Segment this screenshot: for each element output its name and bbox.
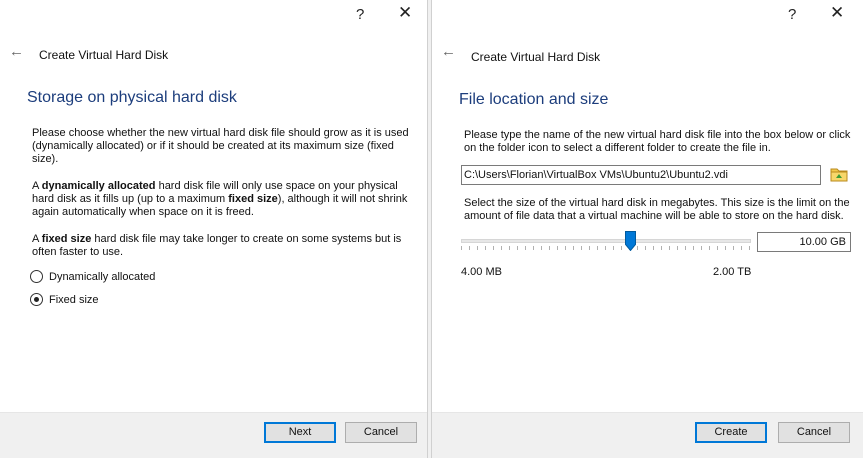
cancel-button[interactable]: Cancel [778,422,850,443]
max-size-label: 2.00 TB [713,266,752,278]
dynamic-explanation-paragraph: A dynamically allocated hard disk file w… [32,180,408,218]
page-title: Storage on physical hard disk [27,89,237,106]
title-bar: ? ✕ [432,0,863,32]
folder-icon[interactable] [830,166,848,182]
radio-button[interactable] [30,270,43,283]
size-slider-track[interactable] [461,239,751,243]
button-bar: Create Cancel [432,412,863,458]
dialog-title: Create Virtual Hard Disk [471,50,601,64]
slider-ticks [461,246,751,250]
back-arrow-icon[interactable]: ← [441,43,456,60]
description-paragraph: Please choose whether the new virtual ha… [32,127,409,165]
radio-dynamically-allocated[interactable]: Dynamically allocated [30,270,155,283]
size-input[interactable]: 10.00 GB [757,232,851,252]
radio-label: Dynamically allocated [49,270,156,283]
next-button[interactable]: Next [264,422,336,443]
description-paragraph: Please type the name of the new virtual … [464,129,851,154]
fixed-explanation-paragraph: A fixed size hard disk file may take lon… [32,233,402,258]
size-description-paragraph: Select the size of the virtual hard disk… [464,197,850,222]
min-size-label: 4.00 MB [461,266,502,278]
create-button[interactable]: Create [695,422,767,443]
dialog-storage: ? ✕ ← Create Virtual Hard Disk Storage o… [0,0,428,458]
button-bar: Next Cancel [0,412,427,458]
radio-button-selected[interactable] [30,293,43,306]
dialog-title: Create Virtual Hard Disk [39,48,169,62]
back-arrow-icon[interactable]: ← [9,43,24,60]
close-button[interactable]: ✕ [398,3,412,23]
dialog-file-location: ? ✕ ← Create Virtual Hard Disk File loca… [431,0,863,458]
cancel-button[interactable]: Cancel [345,422,417,443]
help-button[interactable]: ? [356,6,364,23]
radio-fixed-size[interactable]: Fixed size [30,293,99,306]
title-bar: ? ✕ [0,0,427,32]
size-slider-thumb[interactable] [625,231,636,251]
close-button[interactable]: ✕ [830,3,844,23]
radio-label: Fixed size [49,293,99,306]
help-button[interactable]: ? [788,6,796,23]
file-path-input[interactable]: C:\Users\Florian\VirtualBox VMs\Ubuntu2\… [461,165,821,185]
page-title: File location and size [459,91,609,108]
